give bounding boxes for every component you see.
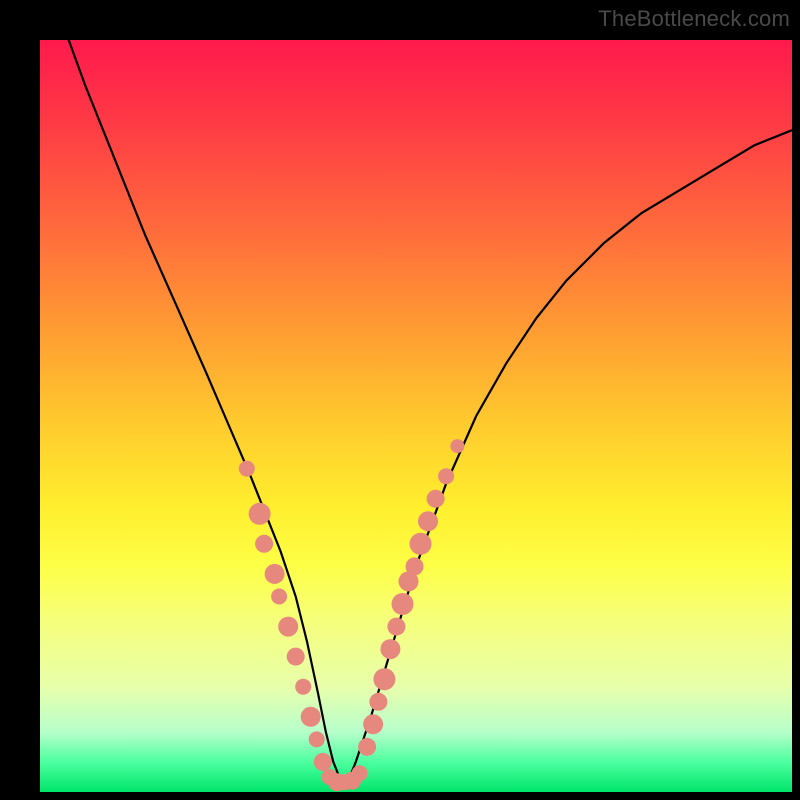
chart-frame: TheBottleneck.com xyxy=(0,0,800,800)
data-point xyxy=(410,533,432,555)
data-point xyxy=(387,618,405,636)
data-point xyxy=(239,461,255,477)
data-point xyxy=(295,679,311,695)
data-point xyxy=(363,714,383,734)
data-point xyxy=(427,490,445,508)
data-point xyxy=(301,707,321,727)
plot-area xyxy=(40,40,792,792)
data-point xyxy=(352,765,368,781)
data-point xyxy=(314,753,332,771)
data-point xyxy=(369,693,387,711)
data-point xyxy=(450,439,464,453)
data-point xyxy=(358,738,376,756)
data-markers xyxy=(239,439,465,791)
data-point xyxy=(418,511,438,531)
data-point xyxy=(373,668,395,690)
data-point xyxy=(309,731,325,747)
data-point xyxy=(271,589,287,605)
data-point xyxy=(255,535,273,553)
data-point xyxy=(380,639,400,659)
data-point xyxy=(406,557,424,575)
data-point xyxy=(392,593,414,615)
chart-svg xyxy=(40,40,792,792)
data-point xyxy=(287,648,305,666)
data-point xyxy=(278,617,298,637)
bottleneck-curve xyxy=(55,40,792,781)
data-point xyxy=(249,503,271,525)
data-point xyxy=(438,468,454,484)
data-point xyxy=(265,564,285,584)
watermark-text: TheBottleneck.com xyxy=(598,6,790,32)
